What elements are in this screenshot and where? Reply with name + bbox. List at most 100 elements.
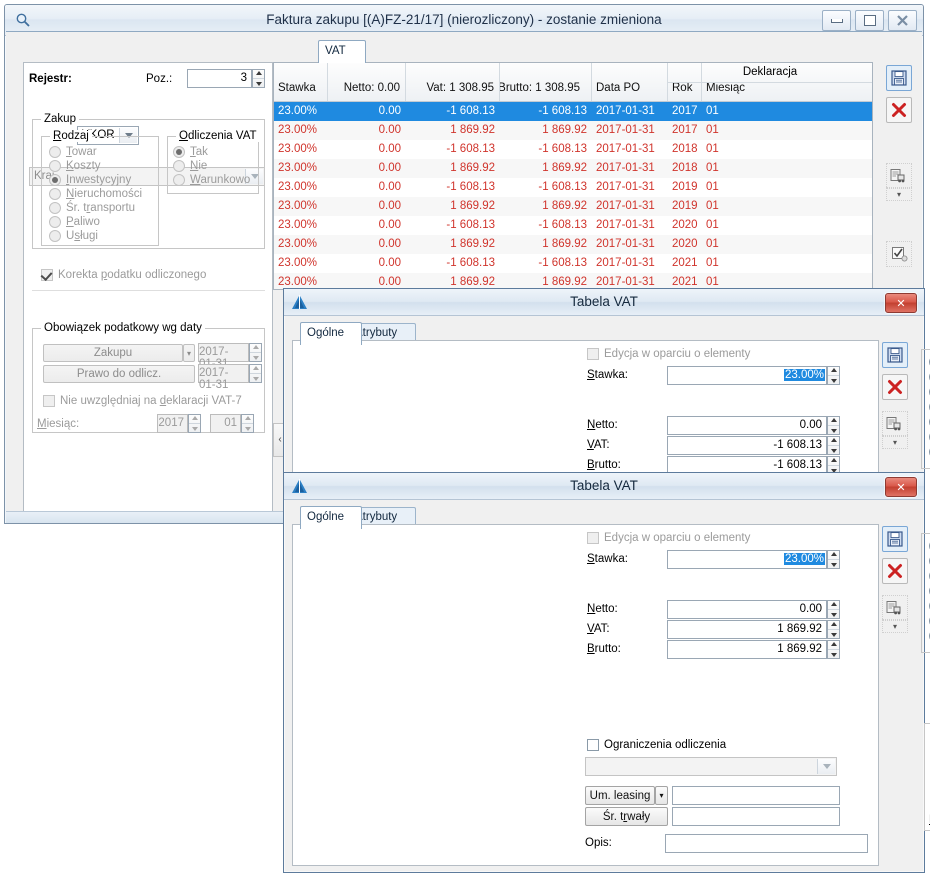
dialog2-vat-input[interactable]: 1 869.92 [667,620,827,639]
dialog2-srtrwaly-button[interactable]: Śr. trwały [585,807,668,826]
dialog1-close-button[interactable]: ✕ [885,293,917,313]
dialog2-stawka-wrap: 23.00% [667,550,840,569]
dialog1-vat-input[interactable]: -1 608.13 [667,436,827,455]
dialog1-edycja-checkbox[interactable]: Edycja w oparciu o elementy [587,348,750,360]
dialog2-ograniczenia-combo[interactable] [585,757,837,776]
grid-col-netto[interactable]: Netto: 0.00 [328,63,406,101]
zakup-legend: Zakup [41,113,79,125]
dialog1-stawka-input[interactable]: 23.00% [667,366,827,385]
main-radio-inwestycyjny[interactable]: Inwestycyjny [49,174,131,186]
dialog2-srtrwaly-input[interactable] [672,807,840,826]
month-stepper[interactable] [241,414,254,433]
table-row[interactable]: 23.00% 0.00 -1 608.13 -1 608.13 2017-01-31 20… [274,254,872,273]
dialog2-dropdown-button[interactable]: ▾ [882,619,908,633]
table-row[interactable]: 23.00% 0.00 1 869.92 1 869.92 2017-01-31 2017… [274,121,872,140]
checkbox-indicator [587,532,599,544]
grid-col-brutto[interactable]: Brutto: 1 308.95 [500,63,592,101]
stawka-stepper[interactable] [827,550,840,569]
grid-col-vat[interactable]: Vat: 1 308.95 [406,63,500,101]
dialog2-delete-button[interactable] [882,558,908,584]
table-row[interactable]: 23.00% 0.00 -1 608.13 -1 608.13 2017-01-31 20… [274,216,872,235]
dialog2-stawka-input[interactable]: 23.00% [667,550,827,569]
main-radio-warunkowo[interactable]: Warunkowo [173,174,250,186]
table-row[interactable]: 23.00% 0.00 -1 608.13 -1 608.13 2017-01-31 20… [274,178,872,197]
main-radio-paliwo[interactable]: Paliwo [49,216,100,228]
date-stepper[interactable] [249,343,262,362]
toolbar-dropdown-button[interactable]: ▾ [886,187,912,201]
dialog2-brutto-input[interactable]: 1 869.92 [667,640,827,659]
main-zakupu-date[interactable]: 2017-01-31 [198,343,249,370]
dialog1-save-button[interactable] [882,342,908,368]
save-button[interactable] [886,65,912,91]
poz-stepper[interactable] [252,69,265,88]
dialog2-edycja-checkbox[interactable]: Edycja w oparciu o elementy [587,532,750,544]
table-cell-rok: 2021 [672,257,698,269]
table-cell-data_po: 2017-01-31 [596,162,655,174]
table-row[interactable]: 23.00% 0.00 1 869.92 1 869.92 2017-01-31 2020… [274,235,872,254]
tab-vat[interactable]: VAT [318,40,366,63]
dialog1-invoice-truck-button[interactable] [882,411,908,437]
dialog2-save-button[interactable] [882,526,908,552]
grid-col-stawka[interactable]: Stawka [274,63,328,101]
dialog1-dropdown-button[interactable]: ▾ [882,435,908,449]
year-stepper[interactable] [188,414,201,433]
radio-label: Towar [66,146,97,158]
netto-stepper[interactable] [827,600,840,619]
table-row[interactable]: 23.00% 0.00 1 869.92 1 869.92 2017-01-31 2018… [274,159,872,178]
table-cell-miesiac: 01 [706,200,719,212]
table-row[interactable]: 23.00% 0.00 -1 608.13 -1 608.13 2017-01-31 20… [274,140,872,159]
delete-icon [888,564,902,578]
date-stepper[interactable] [249,364,262,383]
vat-grid[interactable]: Stawka Netto: 0.00 Vat: 1 308.95 Brutto:… [273,62,873,290]
vat-stepper[interactable] [827,620,840,639]
main-radio-nieruchomosci[interactable]: Nieruchomości [49,188,142,200]
main-prawo-date[interactable]: 2017-01-31 [198,364,249,391]
main-prawo-button[interactable]: Prawo do odlicz. [43,365,195,383]
dialog2-close-button[interactable]: ✕ [885,477,917,497]
dialog2-opis-input[interactable] [665,834,868,853]
main-zakupu-dropdown[interactable]: ▾ [183,344,195,362]
poz-input[interactable]: 3 [187,69,252,88]
dialog2-leasing-dropdown[interactable]: ▾ [655,786,668,805]
table-cell-brutto: 1 869.92 [542,238,587,250]
main-radio-uslugi[interactable]: Usługi [49,230,98,242]
brutto-stepper[interactable] [827,640,840,659]
vat-stepper[interactable] [827,436,840,455]
main-prawo-date-wrap: 2017-01-31 [198,364,262,391]
korekta-checkbox[interactable]: Korekta podatku odliczonego [41,269,206,281]
table-cell-vat: -1 608.13 [446,219,495,231]
chevron-down-icon[interactable] [817,759,835,774]
main-miesiac-year[interactable]: 2017 [157,414,188,433]
table-row[interactable]: 23.00% 0.00 -1 608.13 -1 608.13 2017-01-31 20… [274,102,872,121]
dialog1-netto-input[interactable]: 0.00 [667,416,827,435]
main-radio-tak[interactable]: Tak [173,146,208,158]
table-cell-brutto: 1 869.92 [542,200,587,212]
dialog2-invoice-truck-button[interactable] [882,595,908,621]
dialog2-leasing-button[interactable]: Um. leasing [585,786,655,805]
main-miesiac-month[interactable]: 01 [210,414,241,433]
main-nie-uwzgledniaj-checkbox[interactable]: Nie uwzględniaj na deklaracji VAT-7 [43,395,242,407]
dialog1-delete-button[interactable] [882,374,908,400]
table-row[interactable]: 23.00% 0.00 1 869.92 1 869.92 2017-01-31 2019… [274,197,872,216]
stawka-stepper[interactable] [827,366,840,385]
minimize-button[interactable] [822,10,851,31]
main-radio-srtransportu[interactable]: Śr. transportu [49,202,135,214]
main-radio-towar[interactable]: Towar [49,146,97,158]
main-radio-nie[interactable]: Nie [173,160,207,172]
netto-stepper[interactable] [827,416,840,435]
dialog2-tab-ogolne[interactable]: Ogólne [300,506,362,529]
dialog2-netto-input[interactable]: 0.00 [667,600,827,619]
main-zakupu-button[interactable]: Zakupu [43,344,183,362]
grid-col-datapo[interactable]: Data PO [592,63,668,101]
delete-button[interactable] [886,97,912,123]
maximize-button[interactable] [855,10,884,31]
dialog1-tab-ogolne[interactable]: Ogólne [300,322,362,345]
dialog2-ograniczenia-checkbox[interactable]: Ograniczenia odliczenia [587,739,726,751]
close-button[interactable] [888,10,917,31]
checkbox-list-button[interactable] [886,241,912,267]
table-cell-netto: 0.00 [378,200,401,212]
dialog2-leasing-input[interactable] [672,786,840,805]
table-cell-rok: 2018 [672,143,698,155]
main-radio-koszty[interactable]: Koszty [49,160,101,172]
invoice-truck-button[interactable] [886,163,912,189]
